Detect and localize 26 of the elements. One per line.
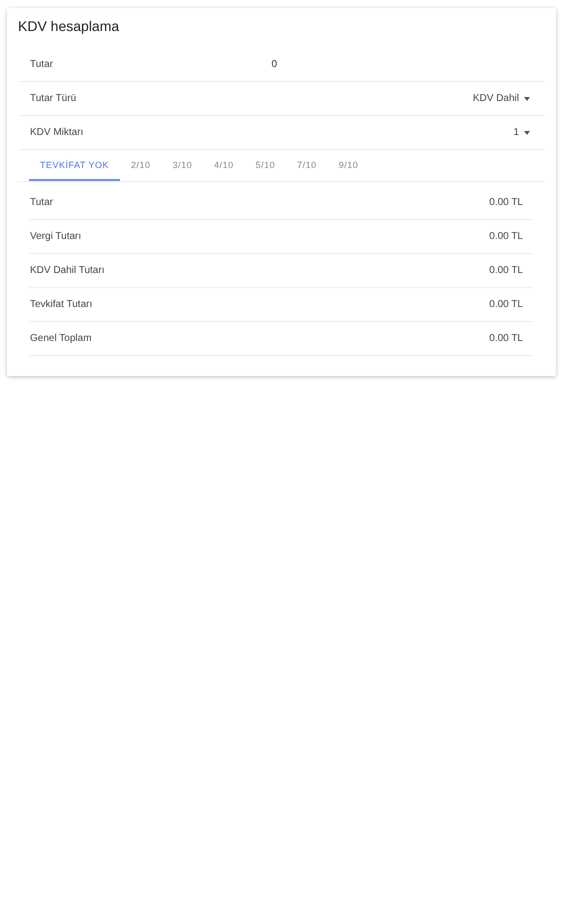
dropdown[interactable]: KDV Dahil bbox=[472, 93, 530, 104]
result-value: 0.00 TL bbox=[489, 231, 524, 242]
result-value: 0.00 TL bbox=[489, 265, 524, 276]
card-title: KDV hesaplama bbox=[18, 18, 120, 34]
tab[interactable]: 5/10 bbox=[244, 150, 286, 181]
amount-input-field[interactable]: 0 bbox=[271, 59, 312, 70]
result-label: Genel Toplam bbox=[29, 333, 92, 344]
field-label: Tutar bbox=[30, 59, 53, 70]
result-label: KDV Dahil Tutarı bbox=[29, 265, 104, 276]
result-value: 0.00 TL bbox=[489, 197, 524, 208]
result-label: Vergi Tutarı bbox=[29, 231, 82, 242]
result-label: Tutar bbox=[29, 197, 53, 208]
field-label: KDV Miktarı bbox=[30, 127, 84, 138]
result-label: Tevkifat Tutarı bbox=[29, 299, 92, 310]
tab[interactable]: 4/10 bbox=[203, 150, 245, 181]
dropdown[interactable]: 1 bbox=[513, 127, 530, 138]
tab[interactable]: 7/10 bbox=[286, 150, 328, 181]
caret-icon bbox=[524, 96, 530, 100]
field-label: Tutar Türü bbox=[30, 93, 76, 104]
caret-icon bbox=[524, 130, 530, 134]
tab[interactable]: 3/10 bbox=[162, 150, 204, 181]
tab[interactable]: TEVKİFAT YOK bbox=[29, 150, 120, 181]
tab[interactable]: 2/10 bbox=[120, 150, 162, 181]
result-value: 0.00 TL bbox=[489, 333, 524, 344]
tab[interactable]: 9/10 bbox=[328, 150, 370, 181]
result-value: 0.00 TL bbox=[489, 299, 524, 310]
